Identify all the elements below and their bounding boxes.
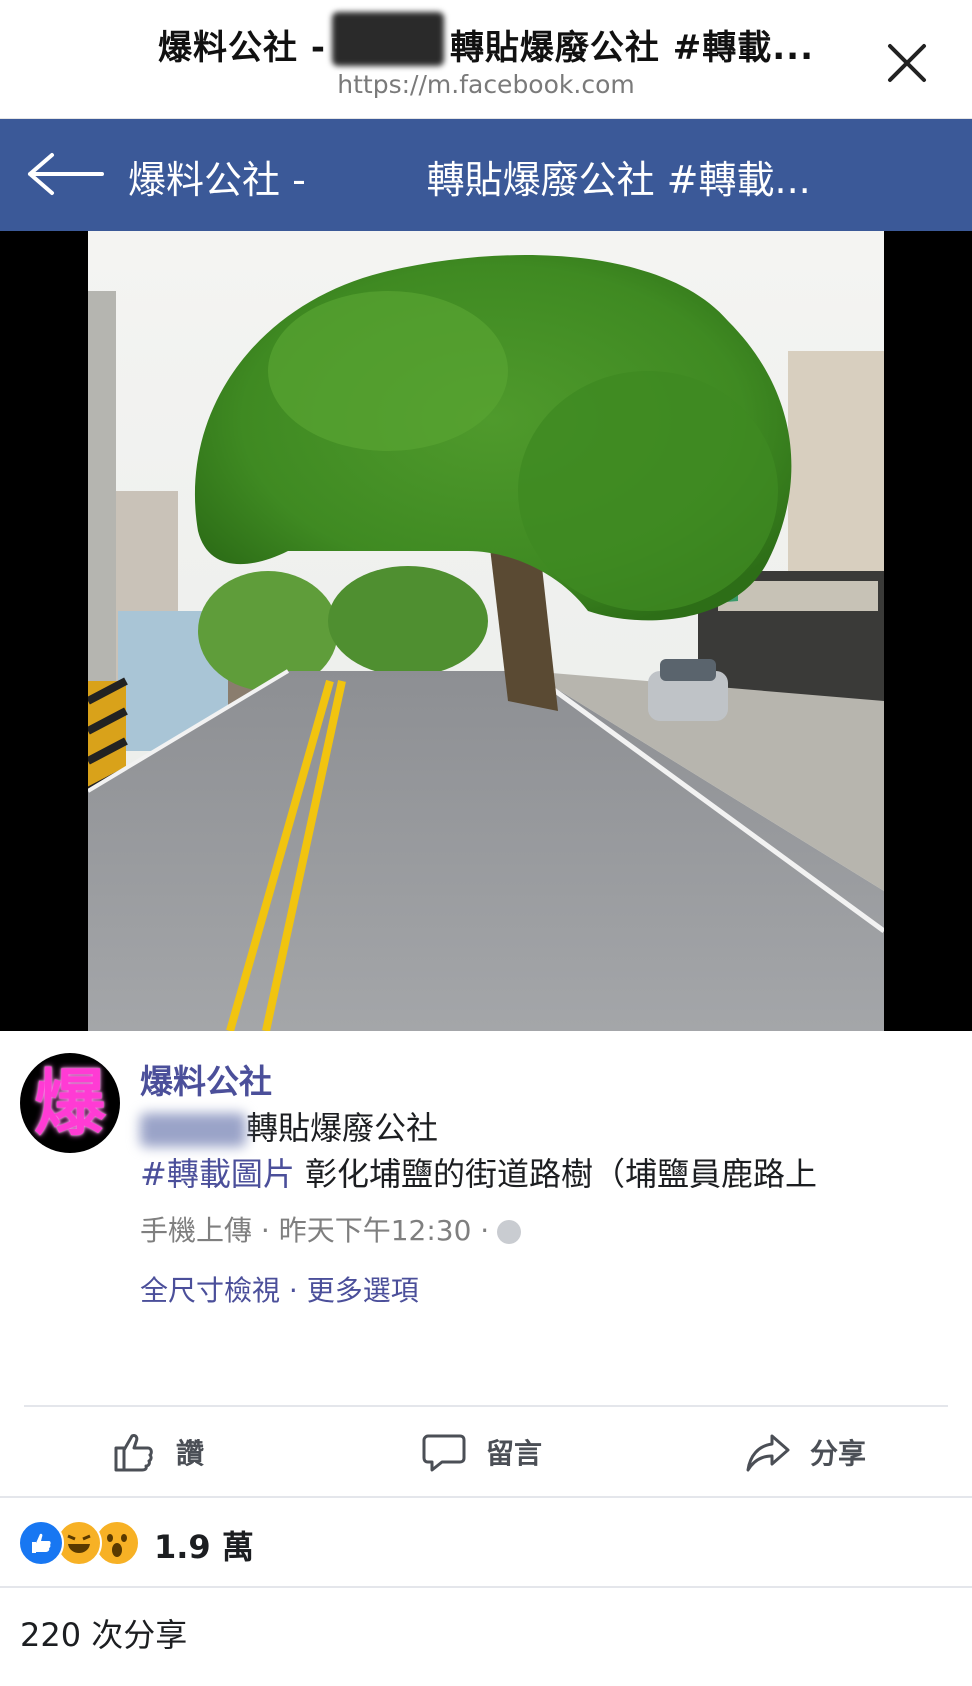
browser-url: https://m.facebook.com [337,70,635,99]
comment-icon [422,1434,466,1472]
post-text: #轉載圖片 彰化埔鹽的街道路樹（埔鹽員鹿路上 [140,1149,817,1195]
divider [24,1405,948,1407]
post-subtitle: 轉貼爆廢公社 [140,1103,438,1149]
facebook-navbar: 爆料公社 - 轉貼爆廢公社 #轉載... [0,119,972,231]
post-photo[interactable] [0,231,972,1031]
nav-title: 爆料公社 - 轉貼爆廢公社 #轉載... [128,158,811,202]
browser-title: 爆料公社 - 轉貼爆廢公社 #轉載... [0,20,972,69]
page-avatar[interactable]: 爆 [20,1053,120,1153]
full-size-link[interactable]: 全尺寸檢視 [140,1274,280,1307]
page-name-link[interactable]: 爆料公社 [140,1055,272,1103]
share-count[interactable]: 220 次分享 [20,1610,187,1656]
close-icon[interactable] [882,38,932,88]
share-button[interactable]: 分享 [744,1426,866,1478]
post-meta: 手機上傳 · 昨天下午12:30 · [140,1209,522,1249]
post-options: 全尺寸檢視 · 更多選項 [140,1269,419,1309]
avatar-logo-text: 爆 [33,1061,106,1145]
share-label: 分享 [810,1437,867,1470]
post-action-bar: 讚 留言 分享 [0,1408,972,1498]
browser-title-left: 爆料公社 - [157,28,326,68]
redacted-block [332,12,444,66]
comment-button[interactable]: 留言 [420,1426,542,1478]
post-subtitle-text: 轉貼爆廢公社 [246,1109,439,1147]
comment-label: 留言 [486,1437,543,1470]
hashtag-link[interactable]: #轉載圖片 [140,1155,295,1193]
globe-icon [497,1220,522,1244]
post-body: 彰化埔鹽的街道路樹（埔鹽員鹿路上 [294,1155,818,1193]
browser-title-right: 轉貼爆廢公社 #轉載... [449,28,815,68]
browser-bar: 爆料公社 - 轉貼爆廢公社 #轉載... https://m.facebook.c… [0,0,972,119]
like-button[interactable]: 讚 [110,1426,204,1478]
like-label: 讚 [176,1437,205,1470]
redacted-block [140,1113,246,1147]
like-reaction-icon [18,1520,64,1566]
street-tree-photo [88,231,884,1031]
post-meta-text: 手機上傳 · 昨天下午12:30 · [140,1214,490,1247]
more-options-link[interactable]: · 更多選項 [289,1274,419,1307]
share-arrow-icon [746,1434,790,1472]
reaction-count: 1.9 萬 [154,1528,254,1566]
back-arrow-icon[interactable] [26,149,106,199]
thumbs-up-icon [114,1434,153,1472]
reactions-row[interactable]: 1.9 萬 [0,1498,972,1588]
